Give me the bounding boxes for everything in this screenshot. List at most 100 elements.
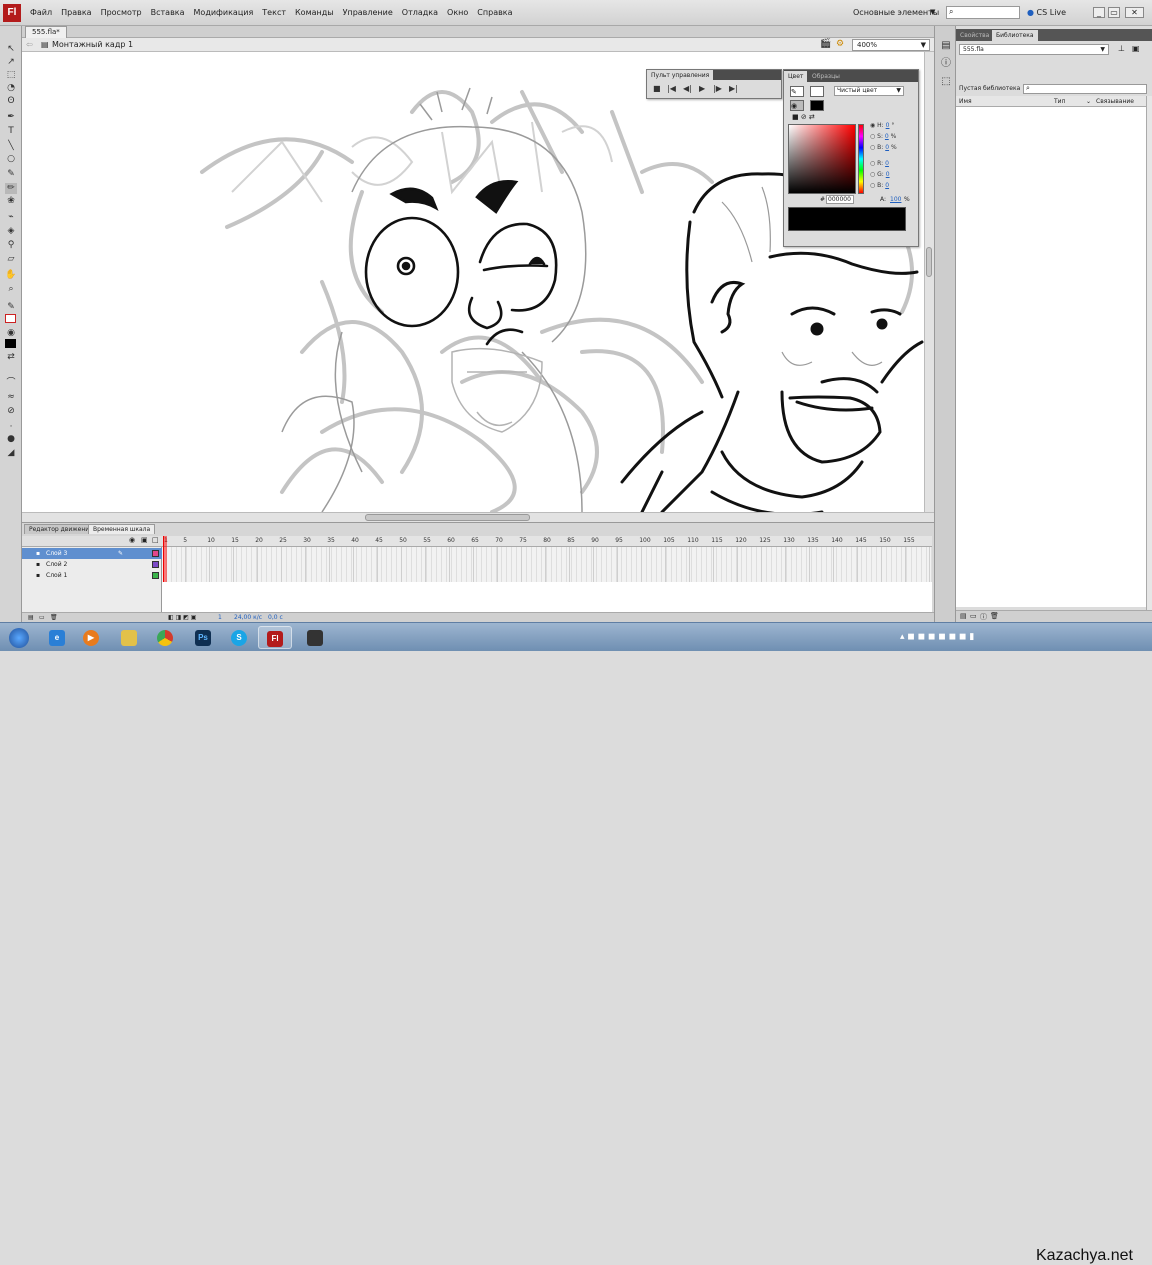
fill-color-icon[interactable]: ◉ (5, 328, 17, 339)
delete-icon[interactable]: 🗑 (990, 612, 999, 620)
menu-edit[interactable]: Правка (61, 8, 91, 17)
saturation-row[interactable]: ○ S: 0 % (870, 133, 896, 140)
hue-row[interactable]: ◉ H: 0 ° (870, 122, 894, 129)
snap-to-objects-icon[interactable]: ⌒ (5, 378, 17, 389)
step-forward-icon[interactable]: |▶ (713, 84, 722, 93)
straighten-icon[interactable]: ⊘ (5, 406, 17, 417)
tab-color[interactable]: Цвет (784, 71, 808, 82)
tab-motion-editor[interactable]: Редактор движения (24, 524, 98, 534)
fill-color-swatch[interactable] (810, 100, 824, 111)
pin-icon[interactable]: ⊥ (1118, 44, 1125, 53)
lock-icon[interactable]: ▣ (141, 536, 148, 544)
outline-icon[interactable]: □ (152, 536, 159, 544)
frame-ruler[interactable]: 1510152025303540455055606570758085909510… (162, 536, 932, 547)
play-icon[interactable]: ▶ (699, 84, 705, 93)
stop-icon[interactable]: ■ (653, 84, 661, 93)
smooth-icon[interactable]: ≈ (5, 392, 17, 403)
workspace-switcher[interactable]: Основные элементы (853, 8, 939, 17)
fill-type-select[interactable]: Чистый цвет ▼ (834, 86, 904, 96)
frame-rate[interactable]: 24,00 к/с (234, 614, 262, 621)
alpha-value[interactable]: 100 (890, 196, 901, 203)
menu-view[interactable]: Просмотр (101, 8, 142, 17)
step-back-icon[interactable]: ◀| (683, 84, 692, 93)
tab-swatches[interactable]: Образцы (808, 71, 844, 82)
layer-row-3[interactable]: ▪ Слой 3 ✎ (22, 548, 162, 559)
tab-library[interactable]: Библиотека (992, 30, 1038, 41)
bone-tool-icon[interactable]: ⌁ (5, 212, 17, 223)
zoom-tool-icon[interactable]: ⌕ (5, 284, 17, 295)
help-search-input[interactable]: ⌕ (946, 6, 1020, 19)
brightness-value[interactable]: 0 (885, 144, 889, 151)
edit-symbols-icon[interactable]: ⚙ (836, 39, 844, 49)
taskbar-internet-explorer[interactable]: e (40, 626, 74, 649)
green-value[interactable]: 0 (886, 171, 890, 178)
selection-tool-icon[interactable]: ↖ (5, 44, 17, 55)
library-document-select[interactable]: 555.fla ▼ (959, 44, 1109, 55)
hue-value[interactable]: 0 (886, 122, 890, 129)
zoom-select[interactable]: 400% ▼ (852, 39, 930, 51)
delete-layer-icon[interactable]: 🗑 (50, 614, 58, 621)
start-button[interactable] (2, 626, 36, 649)
scroll-thumb[interactable] (926, 247, 932, 277)
menu-file[interactable]: Файл (30, 8, 52, 17)
taskbar-skype[interactable]: S (222, 626, 256, 649)
go-to-last-frame-icon[interactable]: ▶| (729, 84, 738, 93)
cs-live-button[interactable]: ● CS Live (1027, 8, 1066, 17)
taskbar-explorer[interactable] (112, 626, 146, 649)
layer-name[interactable]: Слой 2 (46, 561, 67, 568)
brush-tool-icon[interactable]: ✏ (5, 183, 17, 194)
frame-grid[interactable] (162, 547, 932, 582)
line-tool-icon[interactable]: ╲ (5, 141, 17, 152)
paint-bucket-tool-icon[interactable]: ◈ (5, 226, 17, 237)
pen-tool-icon[interactable]: ✒ (5, 112, 17, 123)
color-tools-icons[interactable]: ■ ⊘ ⇄ (792, 113, 815, 121)
align-icon[interactable]: ▤ (940, 40, 952, 52)
brightness-row[interactable]: ○ B: 0 % (870, 144, 897, 151)
properties-icon[interactable]: ⓘ (980, 612, 987, 622)
red-value[interactable]: 0 (885, 160, 889, 167)
menu-debug[interactable]: Отладка (402, 8, 438, 17)
free-transform-tool-icon[interactable]: ⬚ (5, 70, 17, 81)
deco-tool-icon[interactable]: ❀ (5, 196, 17, 207)
hand-tool-icon[interactable]: ✋ (5, 270, 17, 281)
chevron-down-icon[interactable]: ▼ (930, 8, 935, 16)
stroke-swatch[interactable] (5, 314, 17, 325)
eyedropper-tool-icon[interactable]: ⚲ (5, 240, 17, 251)
new-folder-icon[interactable]: ▭ (970, 612, 977, 620)
stroke-none-swatch[interactable] (810, 86, 824, 97)
text-tool-icon[interactable]: T (5, 126, 17, 137)
tab-properties[interactable]: Свойства (956, 30, 993, 41)
subselection-tool-icon[interactable]: ↗ (5, 57, 17, 68)
stage-horizontal-scrollbar[interactable] (22, 512, 934, 522)
rectangle-tool-icon[interactable]: ○ (5, 154, 17, 165)
fill-color-button[interactable]: ◉ (790, 100, 804, 111)
taskbar-chrome[interactable] (148, 626, 182, 649)
minimize-button[interactable]: _ (1093, 7, 1105, 18)
3d-rotation-tool-icon[interactable]: ◔ (5, 83, 17, 94)
column-name[interactable]: Имя (959, 96, 972, 107)
red-row[interactable]: ○ R: 0 (870, 160, 889, 167)
taskbar-media-app[interactable] (298, 626, 332, 649)
maximize-button[interactable]: ▭ (1108, 7, 1120, 18)
info-icon[interactable]: ⓘ (940, 58, 952, 70)
green-row[interactable]: ○ G: 0 (870, 171, 890, 178)
eye-icon[interactable]: ◉ (129, 536, 135, 544)
new-library-panel-icon[interactable]: ▣ (1132, 44, 1140, 53)
blue-row[interactable]: ○ B: 0 (870, 182, 889, 189)
stroke-color-icon[interactable]: ✎ (5, 302, 17, 313)
menu-insert[interactable]: Вставка (151, 8, 185, 17)
hex-input[interactable]: 000000 (826, 195, 854, 204)
menu-control[interactable]: Управление (343, 8, 393, 17)
stage-canvas[interactable]: Пульт управления ■ |◀ ◀| ▶ |▶ ▶| Цвет Об… (22, 52, 924, 512)
transform-icon[interactable]: ⬚ (940, 76, 952, 88)
library-search-input[interactable]: ⌕ (1023, 84, 1147, 94)
saturation-value[interactable]: 0 (885, 133, 889, 140)
menu-window[interactable]: Окно (447, 8, 468, 17)
swap-colors-icon[interactable]: ⇄ (5, 352, 17, 363)
menu-help[interactable]: Справка (477, 8, 512, 17)
taskbar-flash[interactable]: Fl (258, 626, 292, 649)
scroll-thumb[interactable] (365, 514, 530, 521)
tray-icons[interactable]: ▴ ◼ ◼ ◼ ◼ ◼ ◼ ▮ (900, 632, 974, 642)
layer-row-2[interactable]: ▪ Слой 2 (22, 559, 162, 570)
playhead[interactable] (163, 536, 167, 582)
